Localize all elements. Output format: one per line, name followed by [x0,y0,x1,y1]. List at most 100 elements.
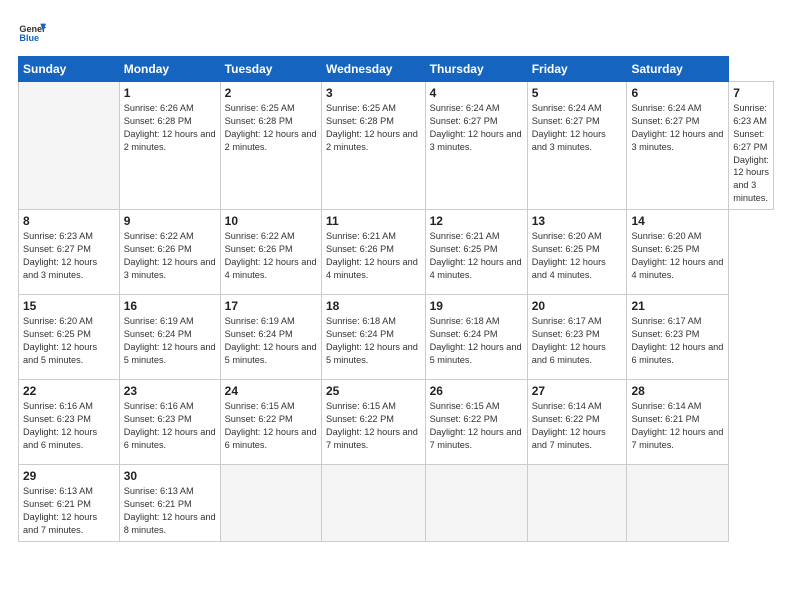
calendar-cell [425,465,527,542]
day-info: Sunrise: 6:19 AM Sunset: 6:24 PM Dayligh… [124,315,216,367]
calendar-cell: 15 Sunrise: 6:20 AM Sunset: 6:25 PM Dayl… [19,295,120,380]
day-number: 14 [631,214,724,228]
day-info: Sunrise: 6:22 AM Sunset: 6:26 PM Dayligh… [124,230,216,282]
day-info: Sunrise: 6:17 AM Sunset: 6:23 PM Dayligh… [631,315,724,367]
calendar-cell: 12 Sunrise: 6:21 AM Sunset: 6:25 PM Dayl… [425,210,527,295]
day-info: Sunrise: 6:26 AM Sunset: 6:28 PM Dayligh… [124,102,216,154]
calendar-cell: 10 Sunrise: 6:22 AM Sunset: 6:26 PM Dayl… [220,210,321,295]
day-info: Sunrise: 6:21 AM Sunset: 6:25 PM Dayligh… [430,230,523,282]
calendar-header-saturday: Saturday [627,57,729,82]
calendar-cell: 30 Sunrise: 6:13 AM Sunset: 6:21 PM Dayl… [119,465,220,542]
calendar-cell: 14 Sunrise: 6:20 AM Sunset: 6:25 PM Dayl… [627,210,729,295]
day-number: 2 [225,86,317,100]
day-info: Sunrise: 6:21 AM Sunset: 6:26 PM Dayligh… [326,230,421,282]
day-info: Sunrise: 6:20 AM Sunset: 6:25 PM Dayligh… [23,315,115,367]
calendar-cell [321,465,425,542]
day-number: 7 [733,86,769,100]
calendar-cell: 23 Sunrise: 6:16 AM Sunset: 6:23 PM Dayl… [119,380,220,465]
day-number: 17 [225,299,317,313]
day-number: 10 [225,214,317,228]
day-info: Sunrise: 6:24 AM Sunset: 6:27 PM Dayligh… [532,102,623,154]
day-number: 16 [124,299,216,313]
calendar-week-row: 1 Sunrise: 6:26 AM Sunset: 6:28 PM Dayli… [19,82,774,210]
day-info: Sunrise: 6:20 AM Sunset: 6:25 PM Dayligh… [631,230,724,282]
calendar-cell: 21 Sunrise: 6:17 AM Sunset: 6:23 PM Dayl… [627,295,729,380]
calendar-week-row: 29 Sunrise: 6:13 AM Sunset: 6:21 PM Dayl… [19,465,774,542]
day-number: 30 [124,469,216,483]
logo-icon: General Blue [18,18,46,46]
calendar-header-friday: Friday [527,57,627,82]
day-number: 20 [532,299,623,313]
calendar-cell: 1 Sunrise: 6:26 AM Sunset: 6:28 PM Dayli… [119,82,220,210]
day-number: 21 [631,299,724,313]
logo: General Blue [18,18,52,46]
day-number: 18 [326,299,421,313]
day-info: Sunrise: 6:25 AM Sunset: 6:28 PM Dayligh… [225,102,317,154]
day-info: Sunrise: 6:18 AM Sunset: 6:24 PM Dayligh… [326,315,421,367]
calendar-week-row: 8 Sunrise: 6:23 AM Sunset: 6:27 PM Dayli… [19,210,774,295]
day-number: 1 [124,86,216,100]
calendar-header-row: SundayMondayTuesdayWednesdayThursdayFrid… [19,57,774,82]
day-number: 26 [430,384,523,398]
calendar-cell: 25 Sunrise: 6:15 AM Sunset: 6:22 PM Dayl… [321,380,425,465]
calendar-cell: 2 Sunrise: 6:25 AM Sunset: 6:28 PM Dayli… [220,82,321,210]
day-info: Sunrise: 6:24 AM Sunset: 6:27 PM Dayligh… [631,102,724,154]
calendar-cell: 26 Sunrise: 6:15 AM Sunset: 6:22 PM Dayl… [425,380,527,465]
day-number: 11 [326,214,421,228]
calendar-cell: 20 Sunrise: 6:17 AM Sunset: 6:23 PM Dayl… [527,295,627,380]
calendar-cell: 8 Sunrise: 6:23 AM Sunset: 6:27 PM Dayli… [19,210,120,295]
day-info: Sunrise: 6:15 AM Sunset: 6:22 PM Dayligh… [430,400,523,452]
day-number: 15 [23,299,115,313]
calendar-cell: 28 Sunrise: 6:14 AM Sunset: 6:21 PM Dayl… [627,380,729,465]
day-info: Sunrise: 6:13 AM Sunset: 6:21 PM Dayligh… [124,485,216,537]
day-number: 28 [631,384,724,398]
calendar-cell: 22 Sunrise: 6:16 AM Sunset: 6:23 PM Dayl… [19,380,120,465]
day-number: 29 [23,469,115,483]
calendar-cell [627,465,729,542]
day-info: Sunrise: 6:19 AM Sunset: 6:24 PM Dayligh… [225,315,317,367]
day-number: 3 [326,86,421,100]
day-number: 25 [326,384,421,398]
day-info: Sunrise: 6:23 AM Sunset: 6:27 PM Dayligh… [733,102,769,205]
day-info: Sunrise: 6:15 AM Sunset: 6:22 PM Dayligh… [326,400,421,452]
svg-text:Blue: Blue [19,33,39,43]
day-info: Sunrise: 6:18 AM Sunset: 6:24 PM Dayligh… [430,315,523,367]
day-number: 23 [124,384,216,398]
day-number: 8 [23,214,115,228]
calendar-cell: 5 Sunrise: 6:24 AM Sunset: 6:27 PM Dayli… [527,82,627,210]
day-info: Sunrise: 6:24 AM Sunset: 6:27 PM Dayligh… [430,102,523,154]
header: General Blue [18,18,774,46]
day-number: 12 [430,214,523,228]
calendar-cell: 6 Sunrise: 6:24 AM Sunset: 6:27 PM Dayli… [627,82,729,210]
day-info: Sunrise: 6:17 AM Sunset: 6:23 PM Dayligh… [532,315,623,367]
calendar-cell: 16 Sunrise: 6:19 AM Sunset: 6:24 PM Dayl… [119,295,220,380]
day-info: Sunrise: 6:14 AM Sunset: 6:22 PM Dayligh… [532,400,623,452]
day-info: Sunrise: 6:20 AM Sunset: 6:25 PM Dayligh… [532,230,623,282]
day-number: 4 [430,86,523,100]
calendar-header-thursday: Thursday [425,57,527,82]
day-info: Sunrise: 6:15 AM Sunset: 6:22 PM Dayligh… [225,400,317,452]
page: General Blue SundayMondayTuesdayWednesda… [0,0,792,612]
calendar-week-row: 22 Sunrise: 6:16 AM Sunset: 6:23 PM Dayl… [19,380,774,465]
day-number: 27 [532,384,623,398]
calendar-table: SundayMondayTuesdayWednesdayThursdayFrid… [18,56,774,542]
calendar-header-sunday: Sunday [19,57,120,82]
day-number: 9 [124,214,216,228]
calendar-cell: 9 Sunrise: 6:22 AM Sunset: 6:26 PM Dayli… [119,210,220,295]
calendar-cell: 11 Sunrise: 6:21 AM Sunset: 6:26 PM Dayl… [321,210,425,295]
day-number: 6 [631,86,724,100]
calendar-cell: 7 Sunrise: 6:23 AM Sunset: 6:27 PM Dayli… [729,82,774,210]
calendar-cell: 13 Sunrise: 6:20 AM Sunset: 6:25 PM Dayl… [527,210,627,295]
calendar-cell [19,82,120,210]
day-info: Sunrise: 6:25 AM Sunset: 6:28 PM Dayligh… [326,102,421,154]
calendar-header-tuesday: Tuesday [220,57,321,82]
day-number: 5 [532,86,623,100]
day-number: 19 [430,299,523,313]
calendar-cell [220,465,321,542]
calendar-header-monday: Monday [119,57,220,82]
calendar-cell: 3 Sunrise: 6:25 AM Sunset: 6:28 PM Dayli… [321,82,425,210]
day-info: Sunrise: 6:23 AM Sunset: 6:27 PM Dayligh… [23,230,115,282]
calendar-cell: 4 Sunrise: 6:24 AM Sunset: 6:27 PM Dayli… [425,82,527,210]
day-info: Sunrise: 6:22 AM Sunset: 6:26 PM Dayligh… [225,230,317,282]
calendar-cell [527,465,627,542]
